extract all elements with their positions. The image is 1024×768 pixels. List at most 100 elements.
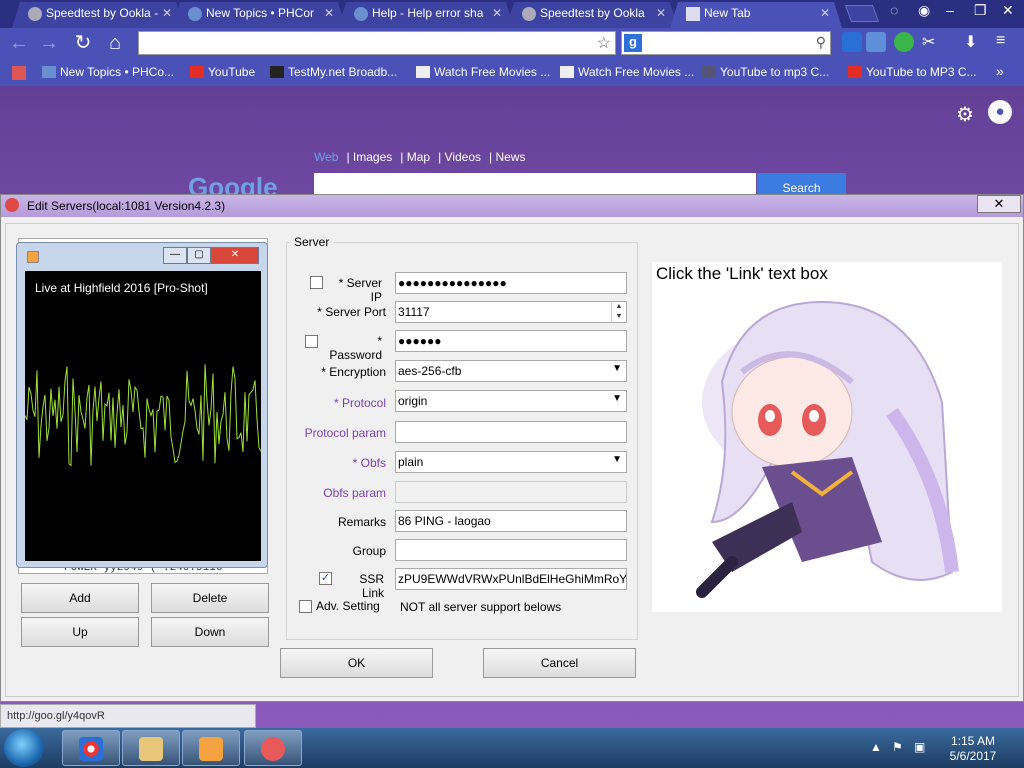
tab-speedtest-2[interactable]: Speedtest by Ookla ✕: [506, 2, 678, 28]
forward-icon[interactable]: →: [38, 32, 60, 54]
shield-icon[interactable]: [894, 32, 914, 52]
protocol-select[interactable]: origin ▼: [395, 390, 627, 412]
chevron-down-icon[interactable]: ▼: [612, 454, 622, 465]
ntp-link-map[interactable]: Map: [407, 150, 430, 164]
home-icon[interactable]: ⌂: [104, 32, 126, 54]
youtube-icon: [190, 66, 204, 78]
chevron-down-icon[interactable]: ▼: [612, 393, 622, 404]
password-checkbox[interactable]: [305, 335, 318, 348]
ntp-link-web[interactable]: Web: [314, 150, 338, 164]
user-icon[interactable]: ◉: [918, 2, 930, 19]
tab-help[interactable]: Help - Help error sha ✕: [338, 2, 514, 28]
server-ip-input[interactable]: ●●●●●●●●●●●●●●●: [395, 272, 627, 294]
delete-button[interactable]: Delete: [151, 583, 269, 613]
down-button[interactable]: Down: [151, 617, 269, 647]
google-search-button[interactable]: Search: [757, 173, 846, 195]
taskbar-app[interactable]: [122, 730, 180, 766]
ntp-links: Web | Images | Map | Videos | News: [314, 150, 526, 164]
bookmarks-more-icon[interactable]: »: [996, 63, 1004, 79]
back-icon[interactable]: ←: [8, 32, 30, 54]
translate-icon[interactable]: [866, 32, 886, 52]
port-stepper[interactable]: ▲ ▼: [611, 302, 626, 322]
close-icon[interactable]: ✕: [211, 247, 259, 264]
minimize-icon[interactable]: –: [946, 2, 954, 18]
bookmark-label: YouTube to mp3 C...: [720, 65, 830, 79]
maximize-icon[interactable]: ▢: [187, 247, 211, 264]
account-icon[interactable]: ●: [988, 100, 1012, 124]
search-icon[interactable]: ⚲: [816, 34, 826, 51]
ssr-link-checkbox[interactable]: ✓: [319, 572, 332, 585]
bookmark-item[interactable]: Watch Free Movies ...: [416, 65, 550, 79]
extension-icon[interactable]: [842, 32, 862, 52]
menu-icon[interactable]: ≡: [996, 32, 1016, 52]
close-icon[interactable]: ✕: [820, 6, 830, 20]
gear-icon[interactable]: ⚙: [956, 102, 974, 127]
tray-expand-icon[interactable]: ▲: [870, 740, 882, 754]
server-ip-label: * Server IP: [338, 276, 382, 304]
close-icon[interactable]: ✕: [1002, 2, 1014, 19]
protocol-param-input[interactable]: [395, 421, 627, 443]
start-button[interactable]: [4, 729, 44, 767]
chat-icon[interactable]: ◌: [890, 2, 898, 18]
group-input[interactable]: [395, 539, 627, 561]
taskbar-app[interactable]: [62, 730, 120, 766]
dialog-close-button[interactable]: ✕: [977, 195, 1021, 213]
ok-button[interactable]: OK: [280, 648, 433, 678]
bookmark-item[interactable]: YouTube to MP3 C...: [848, 65, 977, 79]
qr-preview-panel[interactable]: Click the 'Link' text box: [652, 262, 1002, 612]
adv-setting-checkbox[interactable]: [299, 600, 312, 613]
player-icon: [27, 251, 39, 263]
bookmark-item[interactable]: YouTube: [190, 65, 255, 79]
cancel-button[interactable]: Cancel: [483, 648, 636, 678]
maximize-icon[interactable]: ❐: [974, 2, 987, 19]
browser-tab-bar: Speedtest by Ookla - ✕ New Topics • PHCo…: [0, 0, 1024, 28]
browser-icon: [79, 737, 103, 761]
tab-phcorner[interactable]: New Topics • PHCor ✕: [172, 2, 346, 28]
ssr-link-input[interactable]: zPU9EWWdVRWxPUnlBdElHeGhiMmRoYnc: [395, 568, 627, 590]
ntp-link-videos[interactable]: Videos: [445, 150, 481, 164]
close-icon[interactable]: ✕: [324, 6, 334, 20]
address-bar[interactable]: ☆: [138, 31, 616, 55]
google-search-input[interactable]: [314, 173, 756, 195]
chevron-up-icon[interactable]: ▲: [612, 302, 626, 312]
close-icon[interactable]: ✕: [162, 6, 172, 20]
chevron-down-icon[interactable]: ▼: [612, 312, 626, 322]
tab-label: New Topics • PHCor: [206, 6, 315, 20]
new-tab-button[interactable]: [844, 5, 880, 22]
bookmark-item[interactable]: TestMy.net Broadb...: [270, 65, 397, 79]
minimize-icon[interactable]: —: [163, 247, 187, 264]
scissors-icon[interactable]: ✂: [922, 32, 942, 52]
server-ip-checkbox[interactable]: [310, 276, 323, 289]
taskbar-app[interactable]: [182, 730, 240, 766]
network-icon[interactable]: ▣: [914, 740, 925, 754]
search-box[interactable]: g ⚲: [621, 31, 831, 55]
bookmarks-bar: New Topics • PHCo... YouTube TestMy.net …: [0, 60, 1024, 86]
close-icon[interactable]: ✕: [656, 6, 666, 20]
taskbar-app[interactable]: [244, 730, 302, 766]
server-port-input[interactable]: 31117 ▲ ▼: [395, 301, 627, 323]
add-button[interactable]: Add: [21, 583, 139, 613]
obfs-select[interactable]: plain ▼: [395, 451, 627, 473]
bookmark-item[interactable]: New Topics • PHCo...: [42, 65, 174, 79]
star-icon[interactable]: ☆: [597, 33, 611, 53]
encryption-select[interactable]: aes-256-cfb ▼: [395, 360, 627, 382]
download-icon[interactable]: ⬇: [964, 32, 984, 52]
tab-speedtest-1[interactable]: Speedtest by Ookla - ✕: [12, 2, 184, 28]
dialog-title-bar[interactable]: Edit Servers(local:1081 Version4.2.3) ✕: [1, 195, 1023, 217]
remarks-input[interactable]: 86 PING - laogao: [395, 510, 627, 532]
bookmark-item[interactable]: Watch Free Movies ...: [560, 65, 694, 79]
google-icon[interactable]: g: [624, 34, 642, 52]
bookmark-item[interactable]: YouTube to mp3 C...: [702, 65, 829, 79]
apps-icon[interactable]: [12, 66, 26, 80]
tab-new-tab[interactable]: New Tab ✕: [670, 2, 842, 28]
chevron-down-icon[interactable]: ▼: [612, 363, 622, 374]
system-clock[interactable]: 1:15 AM 5/6/2017: [940, 734, 1006, 764]
adv-setting-label: Adv. Setting: [316, 599, 380, 613]
reload-icon[interactable]: ↻: [72, 32, 94, 54]
password-input[interactable]: ●●●●●●: [395, 330, 627, 352]
close-icon[interactable]: ✕: [492, 6, 502, 20]
ntp-link-images[interactable]: Images: [353, 150, 392, 164]
ntp-link-news[interactable]: News: [495, 150, 525, 164]
flag-icon[interactable]: ⚑: [892, 740, 903, 754]
up-button[interactable]: Up: [21, 617, 139, 647]
